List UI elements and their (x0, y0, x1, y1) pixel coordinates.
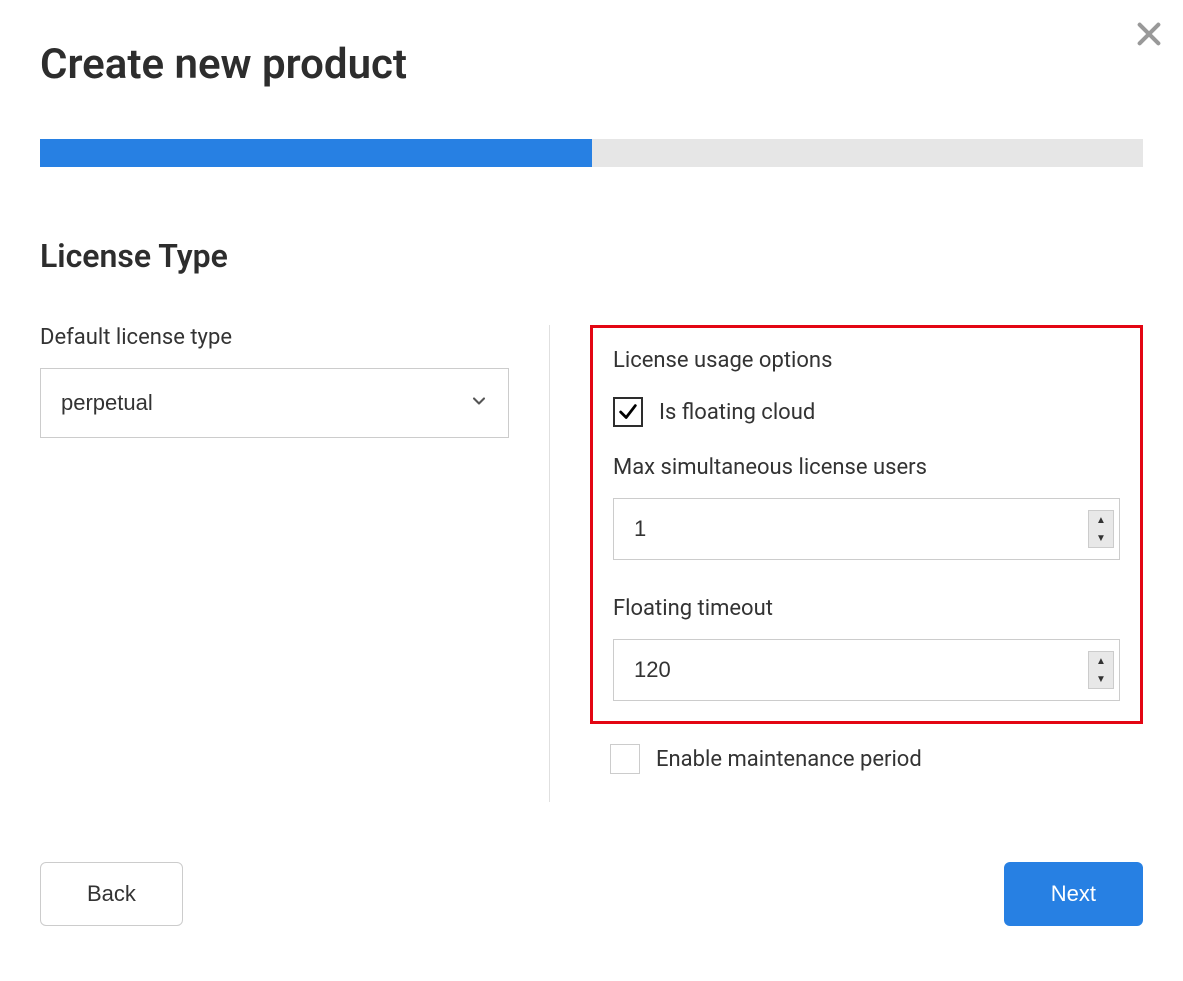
enable-maintenance-checkbox[interactable] (610, 744, 640, 774)
license-usage-options-label: License usage options (613, 348, 1120, 373)
right-column: License usage options Is floating cloud … (590, 325, 1143, 802)
license-usage-options-box: License usage options Is floating cloud … (590, 325, 1143, 724)
floating-timeout-group: Floating timeout ▲ ▼ (613, 596, 1120, 701)
max-users-stepper[interactable]: ▲ ▼ (1088, 510, 1114, 548)
stepper-down-icon: ▼ (1089, 529, 1113, 547)
is-floating-cloud-checkbox[interactable] (613, 397, 643, 427)
max-users-field-wrap: ▲ ▼ (613, 498, 1120, 560)
progress-fill (40, 139, 592, 167)
left-column: Default license type (40, 325, 550, 802)
close-button[interactable] (1135, 20, 1163, 51)
section-title: License Type (40, 237, 1143, 275)
is-floating-cloud-label: Is floating cloud (659, 400, 815, 425)
modal-title: Create new product (40, 40, 1143, 89)
modal-footer: Back Next (40, 862, 1143, 926)
back-button[interactable]: Back (40, 862, 183, 926)
enable-maintenance-row: Enable maintenance period (610, 744, 1143, 774)
floating-timeout-field-wrap: ▲ ▼ (613, 639, 1120, 701)
stepper-up-icon: ▲ (1089, 511, 1113, 529)
floating-timeout-label: Floating timeout (613, 596, 1120, 621)
checkmark-icon (617, 401, 639, 423)
max-users-group: Max simultaneous license users ▲ ▼ (613, 455, 1120, 560)
progress-bar (40, 139, 1143, 167)
max-users-label: Max simultaneous license users (613, 455, 1120, 480)
close-icon (1135, 20, 1163, 48)
stepper-down-icon: ▼ (1089, 670, 1113, 688)
default-license-type-select[interactable] (40, 368, 509, 438)
floating-timeout-input[interactable] (613, 639, 1120, 701)
stepper-up-icon: ▲ (1089, 652, 1113, 670)
create-product-modal: Create new product License Type Default … (0, 0, 1183, 966)
max-users-input[interactable] (613, 498, 1120, 560)
form-columns: Default license type License usage optio… (40, 325, 1143, 802)
default-license-type-label: Default license type (40, 325, 509, 350)
next-button[interactable]: Next (1004, 862, 1143, 926)
floating-timeout-stepper[interactable]: ▲ ▼ (1088, 651, 1114, 689)
enable-maintenance-label: Enable maintenance period (656, 747, 922, 772)
default-license-type-select-wrapper (40, 368, 509, 438)
is-floating-cloud-row: Is floating cloud (613, 397, 1120, 427)
